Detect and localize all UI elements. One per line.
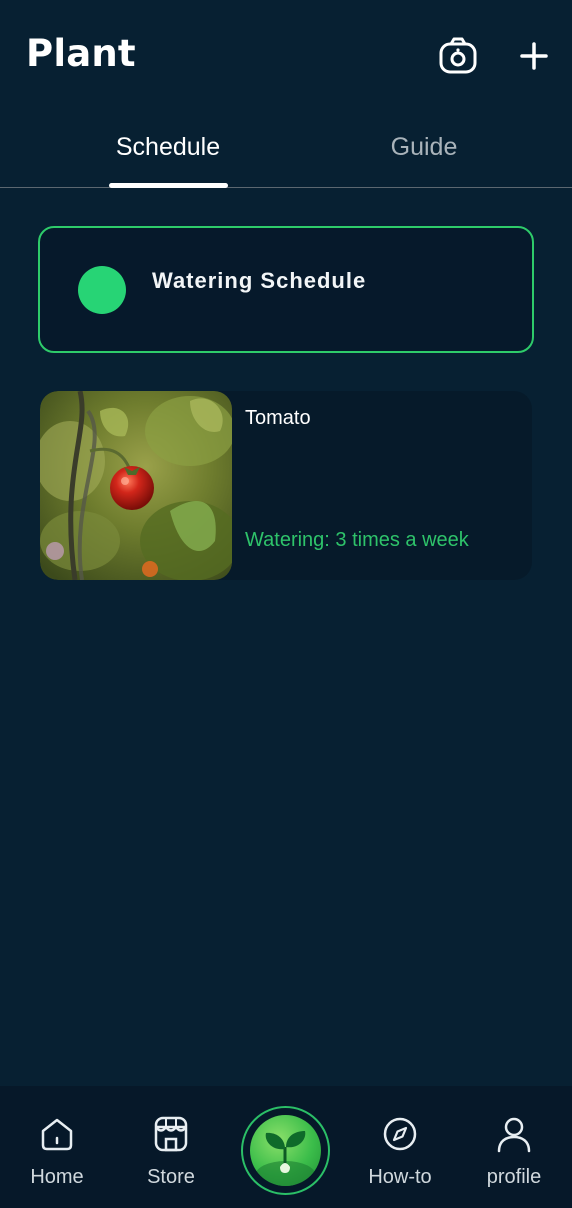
tomato-photo [40,391,232,580]
center-button-inner [250,1115,321,1186]
plus-icon [520,42,548,70]
tab-bar: Schedule Guide [0,110,572,188]
watering-schedule-title: Watering Schedule [152,268,367,293]
plant-watering-info: Watering: 3 times a week [245,529,469,551]
sprout-icon [255,1131,316,1186]
nav-profile[interactable]: profile [459,1086,569,1208]
center-plant-button[interactable] [241,1106,330,1195]
store-icon [154,1116,188,1152]
app-root: Plant Schedule Guide Watering Schedule T… [0,0,572,1208]
nav-home[interactable]: Home [2,1086,112,1208]
tab-schedule[interactable]: Schedule [68,132,268,188]
camera-icon [439,37,477,74]
nav-profile-label: profile [486,1166,542,1188]
nav-home-label: Home [30,1166,84,1188]
plant-name: Tomato [245,407,311,429]
nav-how-to[interactable]: How-to [345,1086,455,1208]
page-title: Plant [26,32,136,75]
camera-button[interactable] [436,36,480,76]
status-dot [78,266,126,314]
nav-store-label: Store [147,1166,195,1188]
add-button[interactable] [516,38,552,74]
watering-schedule-card[interactable]: Watering Schedule [38,226,534,353]
plant-card[interactable]: Tomato Watering: 3 times a week [40,391,532,580]
user-icon [497,1117,531,1153]
active-tab-indicator [109,183,228,188]
nav-how-to-label: How-to [368,1166,432,1188]
bottom-nav: Home Store How-to profile [0,1086,572,1208]
home-icon [41,1118,73,1151]
nav-store[interactable]: Store [116,1086,226,1208]
tab-guide[interactable]: Guide [324,132,524,188]
compass-icon [383,1117,417,1151]
header: Plant [0,0,572,110]
plant-image [40,391,232,580]
